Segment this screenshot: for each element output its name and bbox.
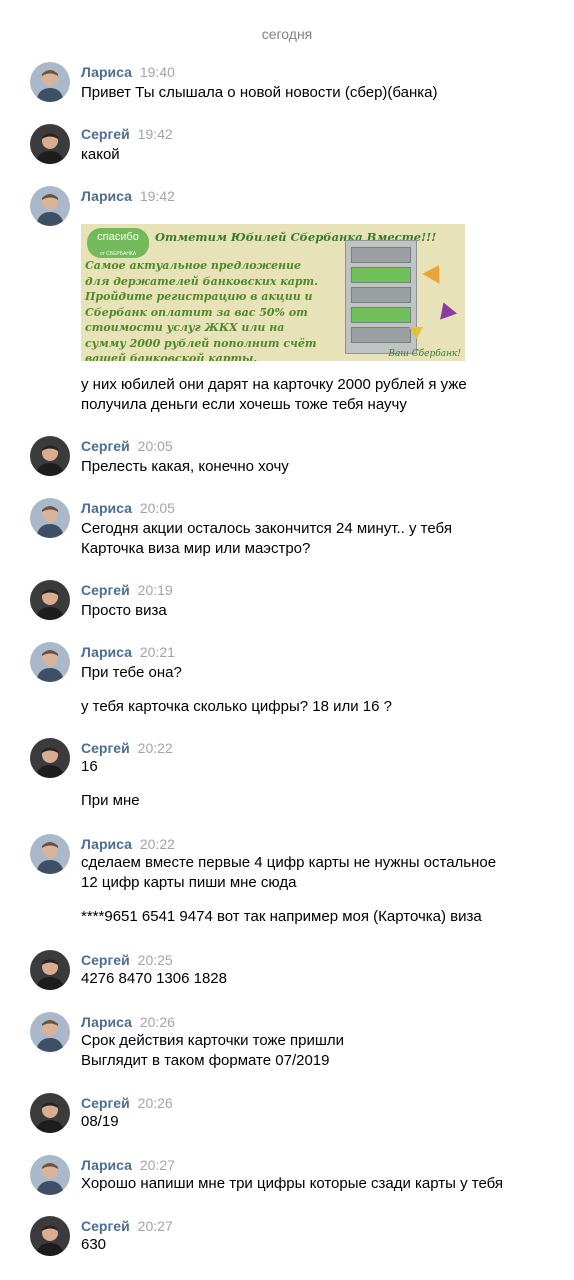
logo-subtext: от СБЕРБАНКА xyxy=(99,251,137,257)
promo-signature: Ваш Сбербанк! xyxy=(388,349,461,359)
message-text: 08/19 xyxy=(81,1113,119,1130)
message-time: 20:21 xyxy=(139,644,175,660)
spasibo-logo: спасибо от СБЕРБАНКА xyxy=(87,228,149,258)
author-name[interactable]: Лариса xyxy=(81,500,132,516)
message-text: какой xyxy=(81,146,120,163)
author-name[interactable]: Лариса xyxy=(81,64,132,80)
avatar-sergey[interactable] xyxy=(30,950,70,990)
author-name[interactable]: Сергей xyxy=(81,582,130,598)
decor-triangle xyxy=(422,260,448,284)
date-separator: сегодня xyxy=(261,26,313,42)
message-time: 20:27 xyxy=(139,1157,175,1173)
avatar-larisa[interactable] xyxy=(30,834,70,874)
message-text: 16 xyxy=(81,758,98,775)
avatar-larisa[interactable] xyxy=(30,1012,70,1052)
author-name[interactable]: Сергей xyxy=(81,740,130,756)
mailbox-illustration xyxy=(345,240,417,354)
message-text: Выглядит в таком формате 07/2019 xyxy=(81,1052,330,1069)
message-text: Прелесть какая, конечно хочу xyxy=(81,458,289,475)
avatar-larisa[interactable] xyxy=(30,642,70,682)
promo-body-line: для держателей банковских карт. xyxy=(85,274,318,288)
message-time: 20:05 xyxy=(137,438,173,454)
avatar-larisa[interactable] xyxy=(30,62,70,102)
author-name[interactable]: Лариса xyxy=(81,1157,132,1173)
promo-body-line: Самое актуальное предложение xyxy=(85,259,302,272)
promo-body-line: вашей банковской карты. xyxy=(85,352,258,361)
promo-image-attachment[interactable]: спасибо от СБЕРБАНКА Отметим Юбилей Сберб… xyxy=(81,224,465,361)
avatar-sergey[interactable] xyxy=(30,738,70,778)
avatar-sergey[interactable] xyxy=(30,124,70,164)
author-name[interactable]: Лариса xyxy=(81,1014,132,1030)
author-name[interactable]: Сергей xyxy=(81,952,130,968)
message-text: При тебе она? xyxy=(81,664,182,681)
avatar-sergey[interactable] xyxy=(30,580,70,620)
promo-body-line: Сбербанк оплатит за вас 50% от xyxy=(85,305,308,319)
message-time: 19:40 xyxy=(139,64,175,80)
promo-body-line: стоимости услуг ЖКХ или на xyxy=(85,321,285,334)
message-text: 12 цифр карты пиши мне сюда xyxy=(81,874,297,891)
message-text: Привет Ты слышала о новой новости (сбер)… xyxy=(81,84,438,101)
message-time: 20:25 xyxy=(137,952,173,968)
message-time: 20:19 xyxy=(137,582,173,598)
author-name[interactable]: Лариса xyxy=(81,836,132,852)
decor-triangle xyxy=(434,299,458,320)
avatar-sergey[interactable] xyxy=(30,436,70,476)
message-text: 630 xyxy=(81,1236,107,1253)
author-name[interactable]: Сергей xyxy=(81,1218,130,1234)
avatar-sergey[interactable] xyxy=(30,1093,70,1133)
author-name[interactable]: Сергей xyxy=(81,1095,130,1111)
author-name[interactable]: Сергей xyxy=(81,126,130,142)
message-text: сделаем вместе первые 4 цифр карты не ну… xyxy=(81,854,497,871)
message-time: 19:42 xyxy=(137,126,173,142)
logo-text: спасибо xyxy=(97,231,139,243)
message-time: 20:27 xyxy=(137,1218,173,1234)
message-time: 20:26 xyxy=(137,1095,173,1111)
author-name[interactable]: Сергей xyxy=(81,438,130,454)
message-time: 20:05 xyxy=(139,500,175,516)
promo-body-line: Пройдите регистрацию в акции и xyxy=(85,290,313,303)
avatar-larisa[interactable] xyxy=(30,186,70,226)
message-text: Просто виза xyxy=(81,602,167,619)
message-time: 20:22 xyxy=(139,836,175,852)
author-name[interactable]: Лариса xyxy=(81,188,132,204)
message-time: 20:26 xyxy=(139,1014,175,1030)
avatar-larisa[interactable] xyxy=(30,1155,70,1195)
message-text: Срок действия карточки тоже пришли xyxy=(81,1032,345,1049)
promo-body: Самое актуальное предложение для держате… xyxy=(85,258,347,361)
promo-body-line: сумму 2000 рублей пополнит счёт xyxy=(85,336,317,350)
message-time: 20:22 xyxy=(137,740,173,756)
message-text: у них юбилей они дарят на карточку 2000 … xyxy=(81,376,467,393)
message-text: ****9651 6541 9474 вот так например моя … xyxy=(81,908,482,925)
message-text: получила деньги если хочешь тоже тебя на… xyxy=(81,396,407,413)
message-text: у тебя карточка сколько цифры? 18 или 16… xyxy=(81,698,392,715)
author-name[interactable]: Лариса xyxy=(81,644,132,660)
message-text: 4276 8470 1306 1828 xyxy=(81,970,227,987)
message-text: Карточка виза мир или маэстро? xyxy=(81,540,311,557)
avatar-larisa[interactable] xyxy=(30,498,70,538)
message-text: Сегодня акции осталось закончится 24 мин… xyxy=(81,520,452,537)
message-time: 19:42 xyxy=(139,188,175,204)
message-text: Хорошо напиши мне три цифры которые сзад… xyxy=(81,1175,504,1192)
message-text: При мне xyxy=(81,792,140,809)
avatar-sergey[interactable] xyxy=(30,1216,70,1256)
